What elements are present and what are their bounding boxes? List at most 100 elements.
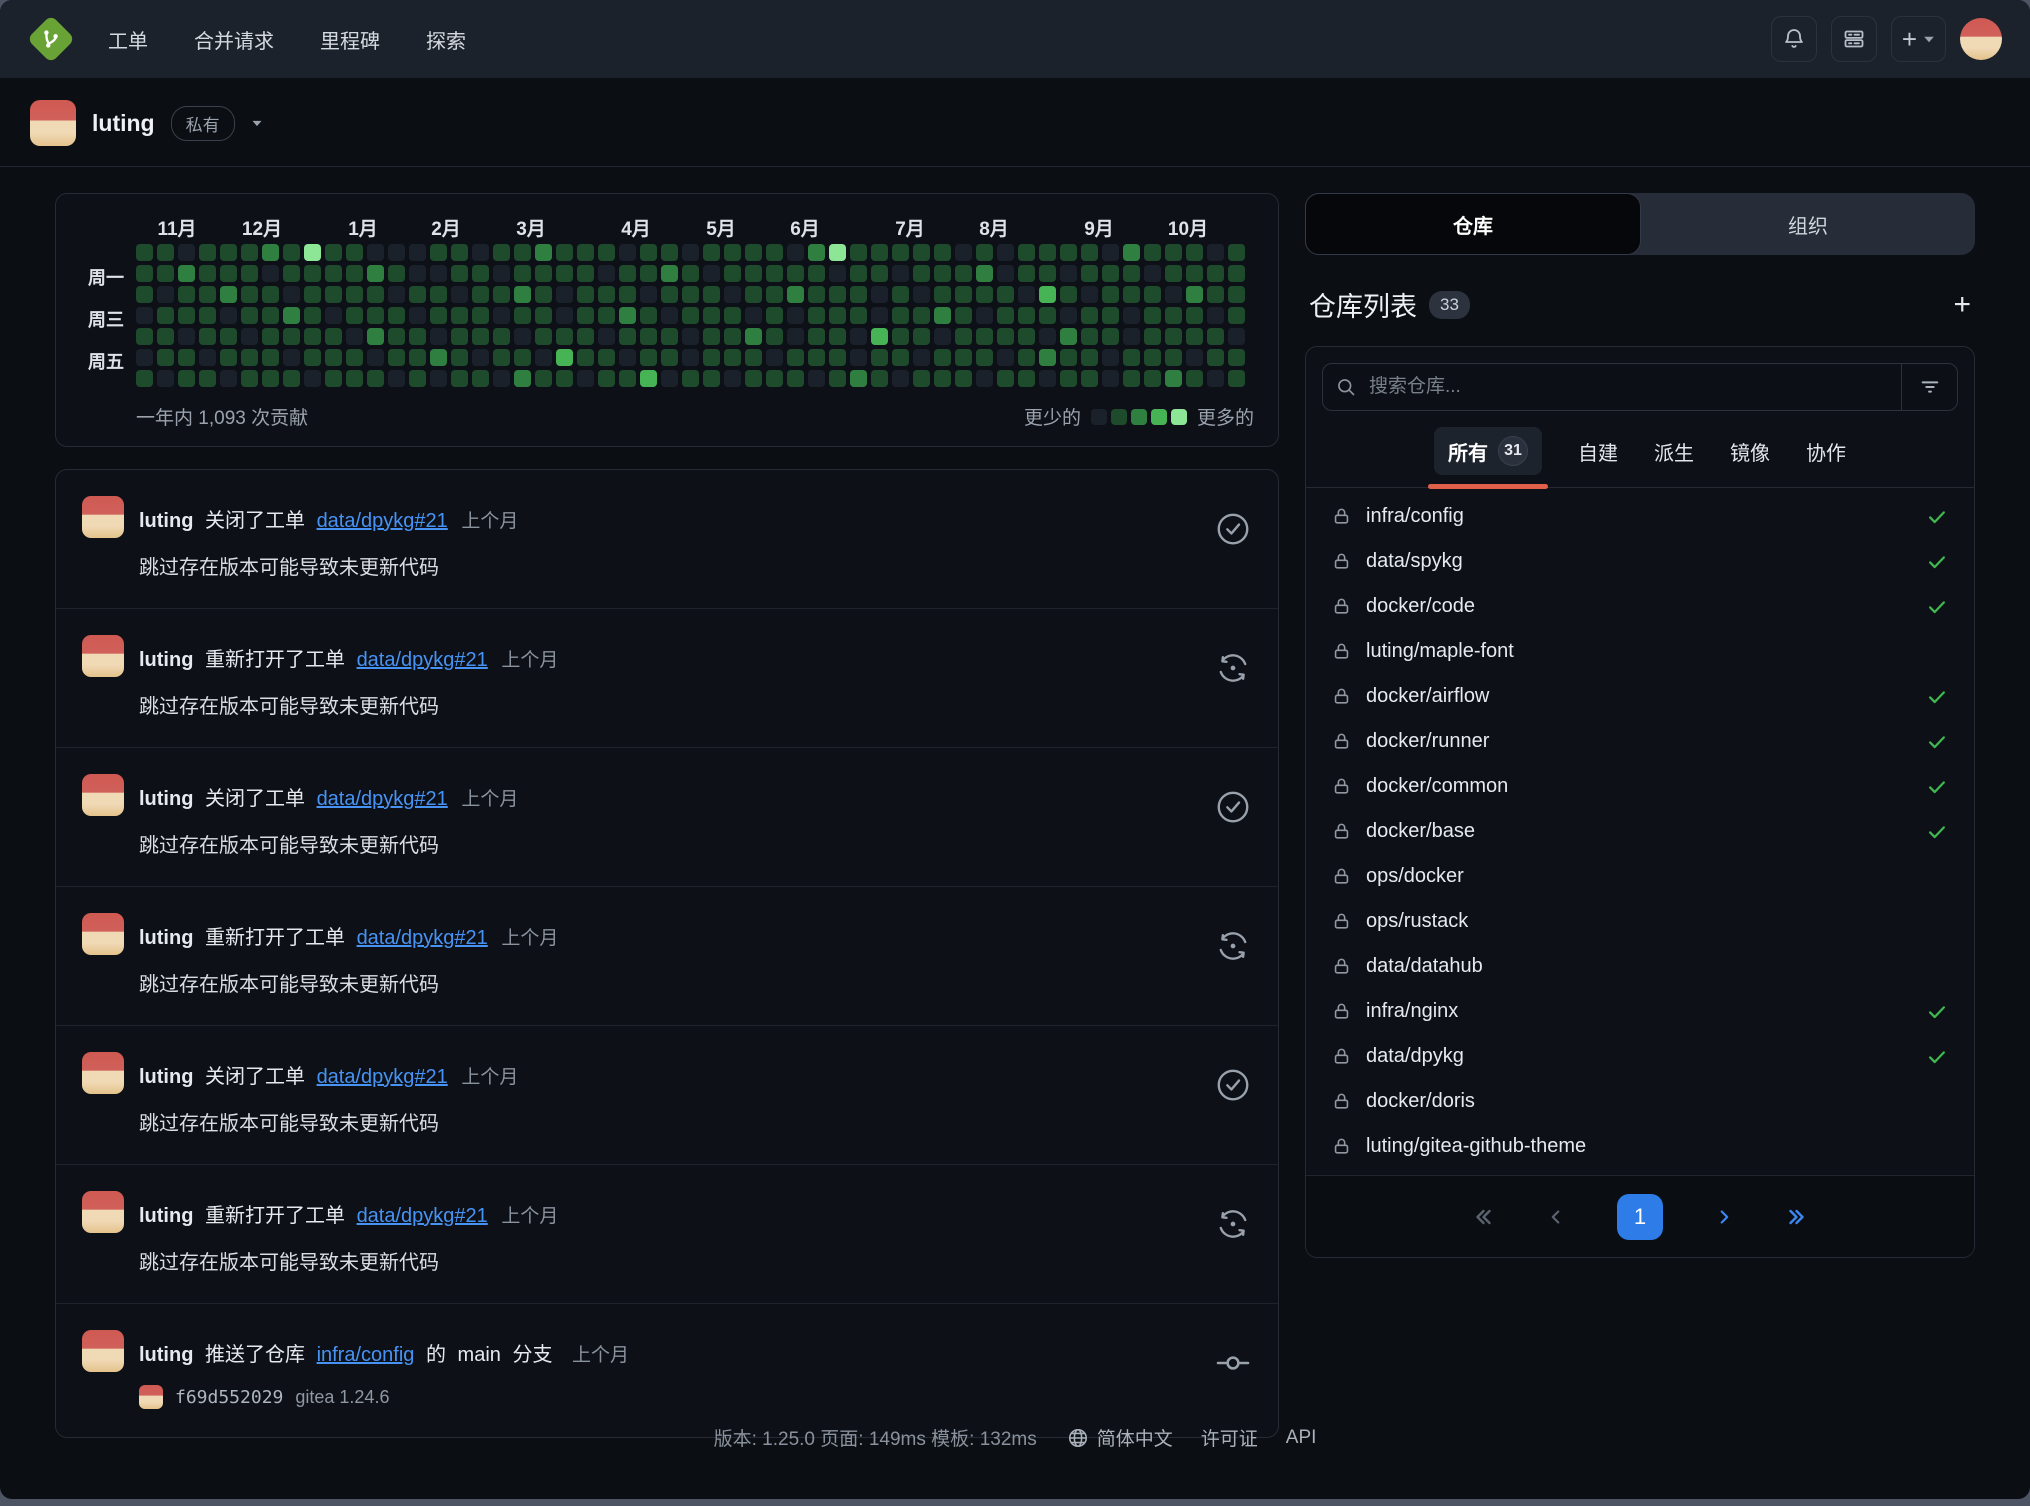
license-link[interactable]: 许可证: [1201, 1424, 1258, 1451]
avatar[interactable]: [82, 774, 124, 816]
heatmap-cell: [241, 328, 258, 345]
nav-item-milestones[interactable]: 里程碑: [320, 25, 380, 54]
filter-mirrors[interactable]: 镜像: [1730, 437, 1770, 466]
feed-username[interactable]: luting: [139, 927, 193, 949]
language-selector[interactable]: 简体中文: [1067, 1424, 1173, 1451]
repo-name[interactable]: docker/doris: [1366, 1090, 1475, 1113]
tab-repositories[interactable]: 仓库: [1305, 193, 1641, 255]
commit-hash[interactable]: f69d552029: [175, 1387, 283, 1408]
feed-item: luting 重新打开了工单 data/dpykg#21 上个月 跳过存在版本可…: [56, 1165, 1278, 1304]
issue-link[interactable]: data/dpykg#21: [317, 1066, 448, 1088]
repo-name[interactable]: docker/code: [1366, 595, 1475, 618]
repo-filter-button[interactable]: [1901, 364, 1957, 410]
filter-sources[interactable]: 自建: [1578, 437, 1618, 466]
repo-list-item[interactable]: infra/nginx: [1306, 989, 1974, 1034]
repo-name[interactable]: docker/base: [1366, 820, 1475, 843]
repo-name[interactable]: luting/gitea-github-theme: [1366, 1135, 1586, 1158]
feed-username[interactable]: luting: [139, 1205, 193, 1227]
repo-list-item[interactable]: luting/maple-font: [1306, 629, 1974, 674]
feed-action: 推送了仓库: [205, 1344, 305, 1366]
current-page-button[interactable]: 1: [1617, 1194, 1663, 1240]
feed-time: 上个月: [461, 789, 518, 810]
repo-list-item[interactable]: luting/gitea-github-theme: [1306, 1124, 1974, 1169]
avatar[interactable]: [82, 1191, 124, 1233]
issue-link[interactable]: data/dpykg#21: [357, 1205, 488, 1227]
tab-organizations[interactable]: 组织: [1641, 193, 1975, 255]
feed-username[interactable]: luting: [139, 1344, 193, 1366]
avatar[interactable]: [82, 1330, 124, 1372]
heatmap-cell: [1207, 328, 1224, 345]
filter-all[interactable]: 所有 31: [1434, 427, 1542, 475]
feed-branch-suffix: 分支: [512, 1344, 552, 1366]
commit-author-avatar[interactable]: [139, 1385, 163, 1409]
filter-forks[interactable]: 派生: [1654, 437, 1694, 466]
nav-item-explore[interactable]: 探索: [426, 25, 466, 54]
heatmap-legend-scale: [1091, 409, 1187, 425]
avatar[interactable]: [82, 913, 124, 955]
repo-name[interactable]: docker/runner: [1366, 730, 1489, 753]
repo-name[interactable]: luting/maple-font: [1366, 640, 1514, 663]
user-avatar[interactable]: [1960, 18, 2002, 60]
repo-list-item[interactable]: data/dpykg: [1306, 1034, 1974, 1079]
repo-name[interactable]: docker/common: [1366, 775, 1508, 798]
heatmap-cell: [850, 244, 867, 261]
repo-name[interactable]: data/dpykg: [1366, 1045, 1464, 1068]
repo-name[interactable]: data/spykg: [1366, 550, 1463, 573]
heatmap-cell: [241, 370, 258, 387]
repo-list-item[interactable]: docker/base: [1306, 809, 1974, 854]
heatmap-cell: [619, 265, 636, 282]
avatar[interactable]: [82, 635, 124, 677]
repo-link[interactable]: infra/config: [317, 1344, 415, 1366]
gitea-logo[interactable]: [28, 16, 74, 62]
repo-name[interactable]: data/datahub: [1366, 955, 1483, 978]
next-page-button[interactable]: [1713, 1206, 1735, 1228]
prev-page-button[interactable]: [1545, 1206, 1567, 1228]
repo-list-item[interactable]: docker/code: [1306, 584, 1974, 629]
filter-collaborative[interactable]: 协作: [1806, 437, 1846, 466]
avatar[interactable]: [82, 496, 124, 538]
feed-username[interactable]: luting: [139, 649, 193, 671]
first-page-button[interactable]: [1471, 1205, 1495, 1229]
notifications-button[interactable]: [1771, 16, 1817, 62]
repo-name[interactable]: docker/airflow: [1366, 685, 1489, 708]
issue-link[interactable]: data/dpykg#21: [317, 788, 448, 810]
create-new-button[interactable]: +: [1891, 16, 1946, 62]
repo-list-item[interactable]: docker/runner: [1306, 719, 1974, 764]
repo-list-item[interactable]: ops/rustack: [1306, 899, 1974, 944]
profile-avatar[interactable]: [30, 100, 76, 146]
heatmap-cell: [871, 265, 888, 282]
nav-item-pulls[interactable]: 合并请求: [194, 25, 274, 54]
heatmap-cell: [283, 349, 300, 366]
issue-link[interactable]: data/dpykg#21: [317, 510, 448, 532]
heatmap-cell: [1144, 328, 1161, 345]
repo-list-item[interactable]: data/spykg: [1306, 539, 1974, 584]
repo-list-item[interactable]: data/datahub: [1306, 944, 1974, 989]
heatmap-cell: [913, 370, 930, 387]
last-page-button[interactable]: [1785, 1205, 1809, 1229]
repo-list-item[interactable]: docker/doris: [1306, 1079, 1974, 1124]
repo-name[interactable]: ops/docker: [1366, 865, 1464, 888]
repo-name[interactable]: infra/nginx: [1366, 1000, 1458, 1023]
heatmap-cell: [808, 244, 825, 261]
issue-link[interactable]: data/dpykg#21: [357, 927, 488, 949]
repo-name[interactable]: ops/rustack: [1366, 910, 1468, 933]
repo-list-item[interactable]: docker/common: [1306, 764, 1974, 809]
repo-list-item[interactable]: docker/airflow: [1306, 674, 1974, 719]
repo-list-item[interactable]: infra/config: [1306, 494, 1974, 539]
repo-name[interactable]: infra/config: [1366, 505, 1464, 528]
api-link[interactable]: API: [1286, 1427, 1317, 1449]
issue-link[interactable]: data/dpykg#21: [357, 649, 488, 671]
repo-search-input[interactable]: [1369, 376, 1901, 398]
add-repo-button[interactable]: +: [1953, 290, 1971, 320]
profile-username[interactable]: luting: [92, 110, 155, 137]
repo-list-item[interactable]: ops/docker: [1306, 854, 1974, 899]
feed-username[interactable]: luting: [139, 788, 193, 810]
avatar[interactable]: [82, 1052, 124, 1094]
feed-username[interactable]: luting: [139, 1066, 193, 1088]
heatmap-cell: [829, 307, 846, 324]
feed-username[interactable]: luting: [139, 510, 193, 532]
profile-chevron-down-icon[interactable]: [252, 120, 261, 125]
heatmap-cell: [199, 370, 216, 387]
nav-item-issues[interactable]: 工单: [108, 25, 148, 54]
runners-button[interactable]: [1831, 16, 1877, 62]
